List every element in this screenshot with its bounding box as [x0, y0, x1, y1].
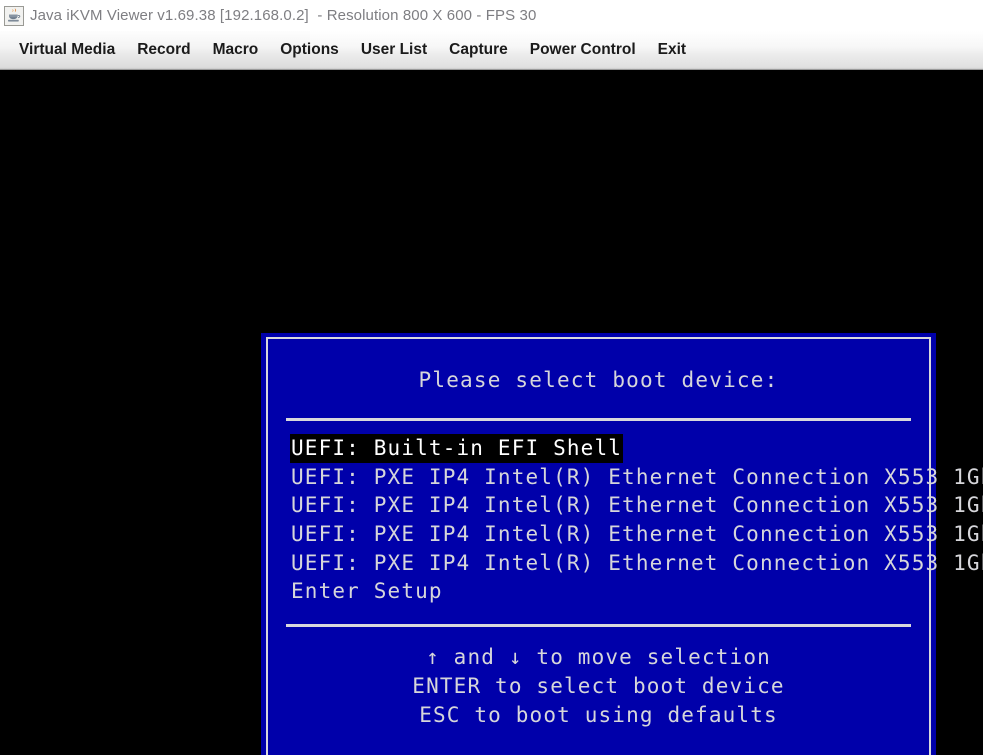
boot-dialog-title: Please select boot device: — [284, 339, 913, 392]
boot-entry-enter-setup[interactable]: Enter Setup — [290, 577, 913, 606]
boot-dialog-frame: Please select boot device: UEFI: Built-i… — [266, 337, 931, 755]
boot-entry-pxe-1[interactable]: UEFI: PXE IP4 Intel(R) Ethernet Connecti… — [290, 463, 913, 492]
boot-entry-efi-shell[interactable]: UEFI: Built-in EFI Shell — [290, 434, 913, 463]
help-line-boot-defaults: ESC to boot using defaults — [284, 701, 913, 730]
boot-entry-label: UEFI: Built-in EFI Shell — [290, 434, 623, 463]
menu-record[interactable]: Record — [126, 38, 201, 63]
boot-entry-pxe-2[interactable]: UEFI: PXE IP4 Intel(R) Ethernet Connecti… — [290, 491, 913, 520]
menu-exit[interactable]: Exit — [647, 38, 697, 63]
boot-dialog-divider-bottom — [286, 624, 911, 627]
java-coffee-cup-icon — [4, 6, 24, 26]
boot-entry-pxe-4[interactable]: UEFI: PXE IP4 Intel(R) Ethernet Connecti… — [290, 549, 913, 578]
menu-bar: Virtual Media Record Macro Options User … — [0, 31, 983, 70]
boot-entry-label: UEFI: PXE IP4 Intel(R) Ethernet Connecti… — [290, 520, 983, 549]
menu-user-list[interactable]: User List — [350, 38, 438, 63]
boot-entry-label: Enter Setup — [290, 577, 444, 606]
window-title-text: Java iKVM Viewer v1.69.38 [192.168.0.2] … — [30, 7, 536, 24]
window-titlebar: Java iKVM Viewer v1.69.38 [192.168.0.2] … — [0, 0, 983, 31]
boot-entry-pxe-3[interactable]: UEFI: PXE IP4 Intel(R) Ethernet Connecti… — [290, 520, 913, 549]
boot-entry-label: UEFI: PXE IP4 Intel(R) Ethernet Connecti… — [290, 463, 983, 492]
boot-device-dialog: Please select boot device: UEFI: Built-i… — [261, 333, 936, 755]
ikvm-viewer-window: Java iKVM Viewer v1.69.38 [192.168.0.2] … — [0, 0, 983, 755]
boot-entry-label: UEFI: PXE IP4 Intel(R) Ethernet Connecti… — [290, 549, 983, 578]
boot-dialog-help-text: ↑ and ↓ to move selection ENTER to selec… — [284, 643, 913, 729]
remote-console-screen[interactable]: Please select boot device: UEFI: Built-i… — [0, 71, 983, 755]
menu-power-control[interactable]: Power Control — [519, 38, 647, 63]
menu-macro[interactable]: Macro — [202, 38, 270, 63]
menu-virtual-media[interactable]: Virtual Media — [8, 38, 126, 63]
boot-dialog-divider-top — [286, 418, 911, 421]
menu-options[interactable]: Options — [269, 38, 350, 63]
menu-capture[interactable]: Capture — [438, 38, 519, 63]
help-line-select-device: ENTER to select boot device — [284, 672, 913, 701]
help-line-move-selection: ↑ and ↓ to move selection — [284, 643, 913, 672]
boot-device-list: UEFI: Built-in EFI Shell UEFI: PXE IP4 I… — [284, 434, 913, 606]
boot-entry-label: UEFI: PXE IP4 Intel(R) Ethernet Connecti… — [290, 491, 983, 520]
